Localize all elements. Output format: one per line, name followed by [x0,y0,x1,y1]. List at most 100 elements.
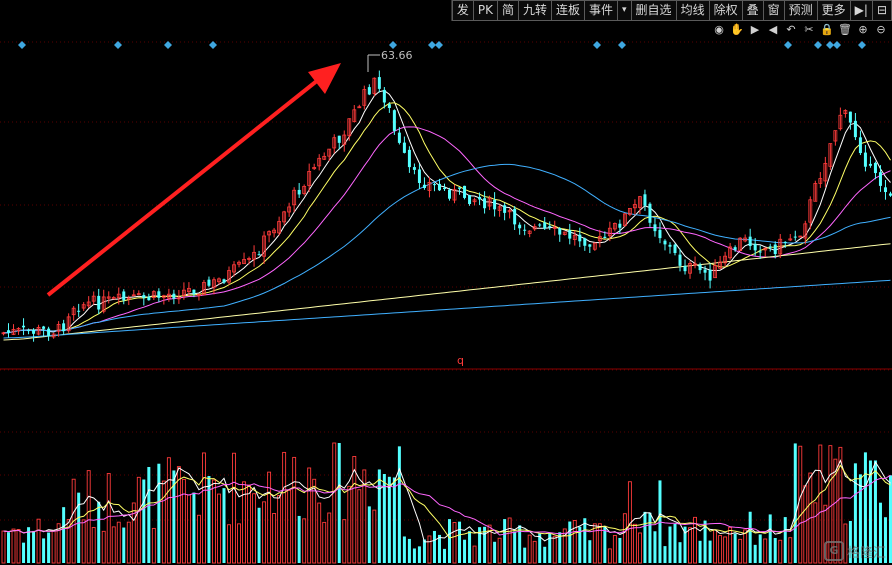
volume-bar [312,478,317,564]
volume-bar [748,511,752,563]
toolbar-button-6[interactable]: ▾ [617,0,631,21]
toolbar-button-1[interactable]: PK [472,0,497,21]
watermark-text: 格隆汇 [846,545,886,561]
volume-bar [793,443,797,563]
volume-bar [377,469,381,563]
candle-body [222,279,226,283]
toolbar-button-10[interactable]: 叠 [741,0,763,21]
volume-bars [1,442,892,564]
ma60-line [3,163,891,334]
candle-body [588,244,592,247]
volume-bar [302,518,307,564]
candle-body [27,330,31,332]
volume-bar [282,451,287,564]
volume-bar [51,530,56,564]
volume-bar [136,476,141,564]
volume-bar [91,527,96,564]
toolbar-button-15[interactable]: ⊟ [871,0,892,21]
rewind-icon[interactable]: ◀ [766,23,780,37]
toolbar-button-4[interactable]: 连板 [550,0,584,21]
candle-body [868,163,872,166]
volume-bar [653,531,657,563]
event-markers[interactable] [18,41,866,49]
volume-bar [543,546,547,563]
toolbar-button-0[interactable]: 发 [451,0,473,21]
volume-bar [592,523,597,564]
kline-chart[interactable]: 63.66 [0,0,892,565]
toolbar-button-12[interactable]: 预测 [783,0,817,21]
volume-bar [157,463,161,563]
volume-bar [342,519,347,564]
candle-body [618,223,622,228]
volume-bar [532,540,537,564]
volume-bar [232,452,236,564]
volume-bar [763,538,768,564]
hand-icon[interactable]: ✋ [730,23,744,37]
volume-bar [372,509,377,564]
volume-bar [803,485,808,564]
volume-bar [131,502,136,564]
toolbar-button-9[interactable]: 除权 [708,0,742,21]
volume-bar [588,540,592,563]
volume-bar [101,530,106,564]
volume-bar [196,514,201,564]
scissors-icon[interactable]: ✂ [802,23,816,37]
candle-body [7,330,11,333]
toolbar-button-8[interactable]: 均线 [675,0,709,21]
volume-bar [122,527,126,563]
volume-bar [161,480,166,564]
toolbar-button-13[interactable]: 更多 [816,0,850,21]
volume-bar [723,536,728,564]
candle-body [858,137,862,154]
toolbar-button-2[interactable]: 简 [496,0,518,21]
candle-body [603,236,607,238]
toolbar-button-7[interactable]: 删自选 [630,0,676,21]
toolbar-button-11[interactable]: 窗 [762,0,784,21]
volume-bar [147,466,151,563]
volume-bar [718,535,723,564]
candle-body [883,187,887,193]
lock-icon[interactable]: 🔒 [820,23,834,37]
volume-bar [448,519,451,563]
volume-bar [632,523,637,564]
event-marker-icon [389,41,397,49]
volume-bar [267,471,272,564]
volume-bar [81,519,86,564]
toolbar-button-3[interactable]: 九转 [517,0,551,21]
eye-icon[interactable]: ◉ [712,23,726,37]
volume-bar [713,529,718,564]
candle-body [22,325,26,328]
volume-bar [548,532,552,563]
toolbar-button-14[interactable]: ▶| [849,0,872,21]
volume-bar [227,524,231,564]
candle-body [147,296,151,301]
candle-body [863,152,867,167]
undo-icon[interactable]: ↶ [784,23,798,37]
trash-icon[interactable]: 🗑 [838,23,852,37]
candle-body [658,229,662,239]
candle-body [768,246,772,248]
candle-body [493,199,497,210]
watermark-logo-icon: G [823,541,844,561]
volume-bar [7,532,11,563]
volume-bar [222,488,226,563]
play-icon[interactable]: ▶ [748,23,762,37]
volume-bar [382,474,386,563]
candle-body [518,224,522,229]
volume-bar [337,443,341,563]
volume-bar [597,523,602,564]
watermark: G 格隆汇 [823,541,886,561]
volume-bar [297,515,301,563]
event-marker-icon [209,41,217,49]
volume-bar [743,529,748,564]
ma120-line [3,243,891,341]
volume-bar [387,476,391,563]
toolbar-button-5[interactable]: 事件 [584,0,618,21]
volume-bar [728,526,733,564]
zoom-out-icon[interactable]: ⊖ [874,23,888,37]
volume-bar [257,507,261,563]
candle-body [523,229,527,231]
volume-bar [42,538,46,563]
volume-bar [201,452,206,564]
zoom-in-icon[interactable]: ⊕ [856,23,870,37]
